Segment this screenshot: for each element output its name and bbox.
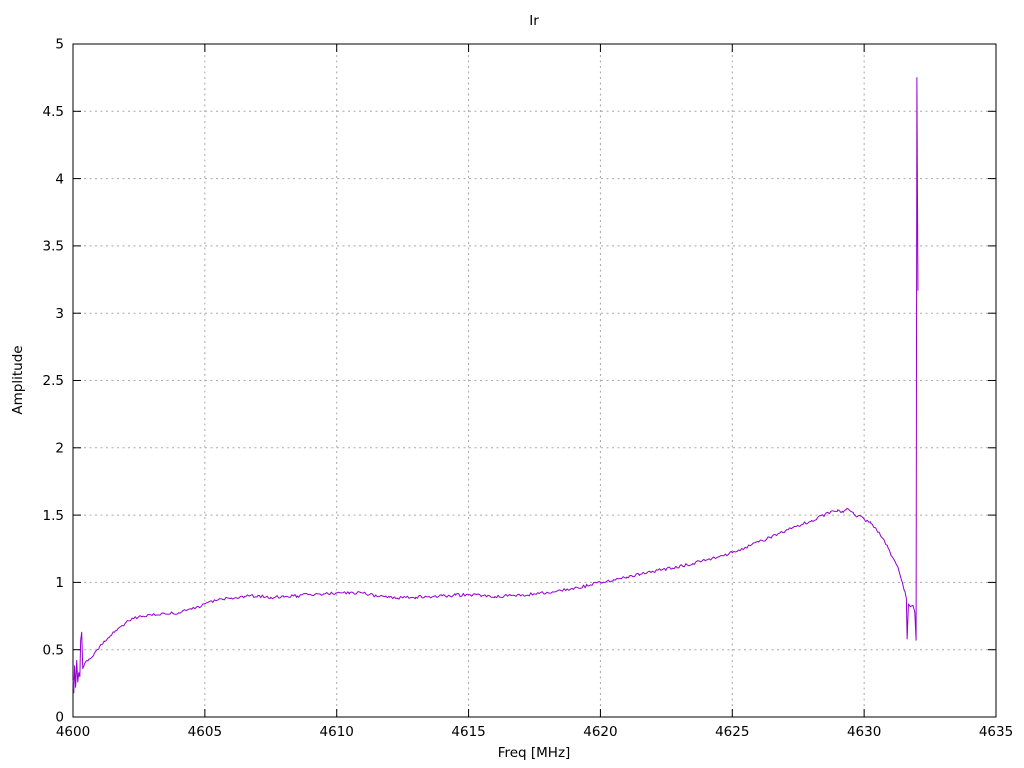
y-tick-label: 0 [55, 710, 64, 726]
x-axis-label: Freq [MHz] [498, 745, 571, 761]
plot-window: 4600 4605 4610 4615 4620 4625 4630 4635 0 0.5 1 1.5… [0, 0, 1024, 768]
x-tick-label: 4625 [715, 724, 749, 740]
y-tick-label: 5 [55, 37, 64, 53]
x-tick-label: 4630 [847, 724, 881, 740]
series-line-ir [72, 77, 919, 694]
y-tick-label: 2 [55, 441, 64, 457]
x-tick-label: 4615 [451, 724, 485, 740]
data-series [72, 77, 919, 694]
chart-title: Ir [529, 13, 539, 29]
y-tick-label: 4.5 [43, 104, 64, 120]
y-tick-label: 4 [55, 171, 64, 187]
y-tick-label: 1 [55, 575, 64, 591]
tick-labels: 4600 4605 4610 4615 4620 4625 4630 4635 0 0.5 1 1.5… [43, 37, 1014, 740]
grid-lines [73, 44, 996, 717]
x-tick-label: 4600 [56, 724, 90, 740]
y-axis-label: Amplitude [10, 345, 26, 414]
y-tick-label: 1.5 [43, 508, 64, 524]
x-tick-label: 4605 [188, 724, 222, 740]
y-tick-label: 3 [55, 306, 64, 322]
line-chart: 4600 4605 4610 4615 4620 4625 4630 4635 0 0.5 1 1.5… [10, 13, 1014, 761]
x-tick-label: 4635 [979, 724, 1013, 740]
y-tick-label: 3.5 [43, 239, 64, 255]
y-tick-label: 2.5 [43, 373, 64, 389]
y-tick-label: 0.5 [43, 642, 64, 658]
x-tick-label: 4620 [583, 724, 617, 740]
x-tick-label: 4610 [320, 724, 354, 740]
